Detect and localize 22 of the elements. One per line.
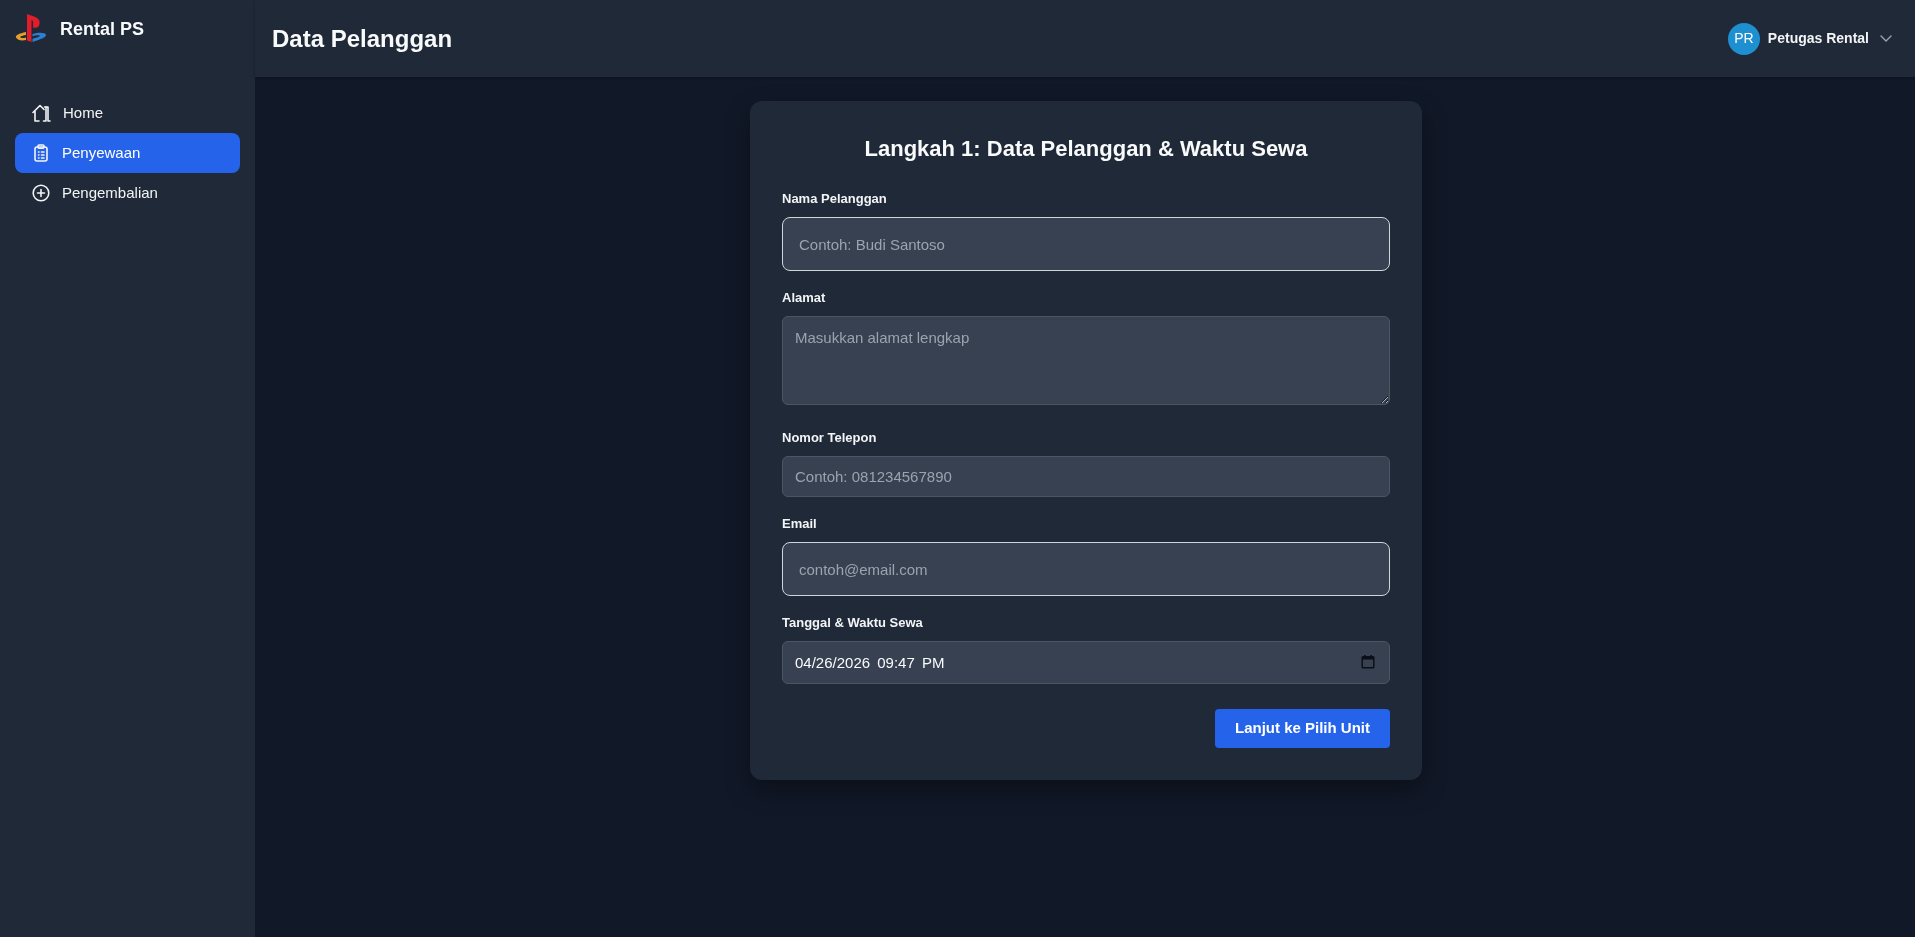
chevron-down-icon[interactable] bbox=[1880, 35, 1892, 42]
user-name[interactable]: Petugas Rental bbox=[1767, 28, 1869, 49]
page-title: Data Pelanggan bbox=[272, 23, 453, 54]
field-label: Email bbox=[782, 515, 818, 533]
clipboard-icon bbox=[32, 144, 50, 162]
next-button[interactable]: Lanjut ke Pilih Unit bbox=[1215, 709, 1390, 748]
logo-icon bbox=[15, 13, 47, 45]
form-title: Langkah 1: Data Pelanggan & Waktu Sewa bbox=[863, 135, 1309, 163]
field-label: Alamat bbox=[782, 289, 827, 307]
input-field[interactable]: Contoh: 081234567890 bbox=[782, 456, 1390, 497]
sidebar-item[interactable]: Penyewaan bbox=[15, 133, 240, 173]
plus-circle-icon bbox=[32, 184, 50, 202]
date-time-field[interactable]: 04/26/2026 09:47 PM bbox=[782, 641, 1390, 684]
textarea-field[interactable]: Masukkan alamat lengkap bbox=[782, 316, 1390, 405]
app-name: Rental PS bbox=[60, 18, 145, 41]
sidebar-item[interactable]: Pengembalian bbox=[15, 173, 240, 213]
sidebar-item[interactable]: Home bbox=[15, 93, 240, 133]
home-icon bbox=[32, 104, 51, 122]
field-label: Tanggal & Waktu Sewa bbox=[782, 614, 924, 632]
field-label: Nama Pelanggan bbox=[782, 190, 888, 208]
field-label: Nomor Telepon bbox=[782, 429, 878, 447]
user-avatar[interactable]: PR bbox=[1727, 22, 1760, 55]
